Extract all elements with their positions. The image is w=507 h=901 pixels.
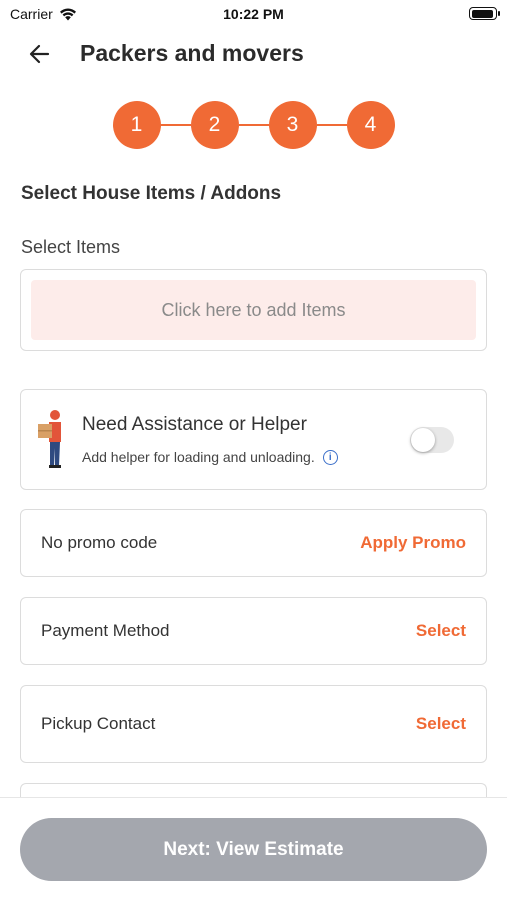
add-items-button[interactable]: Click here to add Items — [31, 280, 476, 340]
select-items-card: Click here to add Items — [20, 269, 487, 351]
status-time: 10:22 PM — [223, 6, 284, 22]
select-items-label: Select Items — [21, 237, 121, 257]
page-title: Packers and movers — [80, 40, 304, 66]
payment-select-button[interactable]: Select — [416, 621, 466, 641]
step-1: 1 — [112, 101, 161, 149]
apply-promo-button[interactable]: Apply Promo — [360, 533, 466, 553]
step-connector — [238, 124, 269, 126]
payment-method-row: Payment Method Select — [20, 597, 487, 665]
section-title: Select House Items / Addons — [21, 183, 282, 204]
promo-label: No promo code — [41, 533, 158, 552]
header: Packers and movers — [0, 30, 507, 76]
pickup-label: Pickup Contact — [41, 714, 156, 733]
back-arrow-icon[interactable] — [26, 40, 54, 68]
bottom-bar: Next: View Estimate — [0, 797, 507, 901]
progress-stepper: 1 2 3 4 — [0, 100, 507, 150]
next-view-estimate-button[interactable]: Next: View Estimate — [20, 818, 487, 881]
status-bar: Carrier 10:22 PM — [0, 0, 507, 30]
assistance-card: Need Assistance or Helper Add helper for… — [20, 389, 487, 490]
step-3: 3 — [268, 101, 317, 149]
info-icon[interactable]: i — [322, 449, 338, 465]
toggle-knob — [411, 428, 435, 452]
helper-person-icon — [38, 410, 61, 468]
assistance-subtitle-text: Add helper for loading and unloading. — [82, 449, 315, 465]
step-4: 4 — [346, 101, 395, 149]
battery-icon — [469, 7, 500, 20]
pickup-contact-row: Pickup Contact Select — [20, 685, 487, 763]
step-connector — [316, 124, 347, 126]
assistance-subtitle: Add helper for loading and unloading. i — [82, 449, 338, 465]
step-2: 2 — [190, 101, 239, 149]
promo-code-row: No promo code Apply Promo — [20, 509, 487, 577]
assistance-title: Need Assistance or Helper — [82, 414, 307, 435]
pickup-select-button[interactable]: Select — [416, 714, 466, 734]
assistance-toggle[interactable] — [410, 427, 454, 453]
step-connector — [160, 124, 191, 126]
payment-label: Payment Method — [41, 621, 170, 640]
